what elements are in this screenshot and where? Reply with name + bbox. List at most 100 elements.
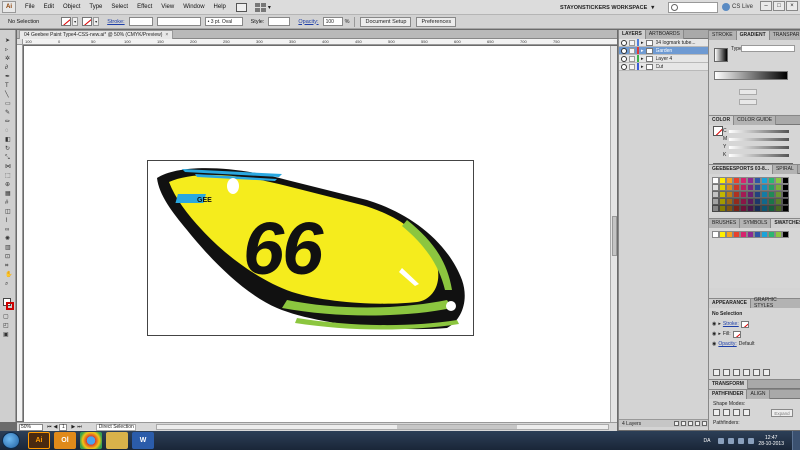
expand-button[interactable]: Expand (771, 409, 793, 417)
magic-wand-tool-icon[interactable]: ✲ (5, 56, 10, 63)
swatch-chip[interactable] (782, 231, 789, 238)
pen-tool-icon[interactable]: ✒ (5, 74, 10, 81)
tab-gradient[interactable]: GRADIENT (736, 30, 770, 40)
tab-color-guide[interactable]: COLOR GUIDE (734, 115, 777, 125)
mesh-tool-icon[interactable]: # (5, 200, 8, 207)
scrollbar-thumb[interactable] (396, 425, 517, 429)
artboard-number-field[interactable]: 1 (59, 423, 68, 431)
cyan-slider[interactable] (729, 130, 789, 133)
tray-network-icon[interactable] (728, 437, 735, 444)
swatch-chip[interactable] (740, 191, 747, 198)
taskbar-outlook[interactable]: Ol (54, 432, 76, 449)
artboard-nav-next[interactable]: ▶ ⏭ (71, 424, 81, 430)
opacity-link[interactable]: Opacity: (298, 19, 318, 25)
artboard-tool-icon[interactable]: ⊡ (5, 254, 10, 261)
swatch-chip[interactable] (782, 184, 789, 191)
last-artboard-icon[interactable]: ⏭ (77, 424, 82, 430)
tray-flag-icon[interactable] (718, 437, 725, 444)
stroke-color-icon[interactable] (6, 302, 14, 310)
swatch-chip[interactable] (761, 205, 768, 212)
swatch-grid[interactable] (712, 231, 789, 238)
lock-toggle[interactable] (629, 39, 635, 46)
visibility-eye-icon[interactable] (621, 39, 627, 46)
eraser-tool-icon[interactable]: ◧ (5, 137, 11, 144)
swatch-chip[interactable] (768, 205, 775, 212)
tray-app-icon[interactable] (748, 437, 755, 444)
tab-transform[interactable]: TRANSFORM (709, 379, 748, 389)
menu-type[interactable]: Type (89, 4, 102, 10)
current-tool-status[interactable]: Direct Selection (95, 423, 136, 431)
swatch-chip[interactable] (782, 198, 789, 205)
chevron-down-icon[interactable]: ▾ (93, 17, 100, 26)
intersect-icon[interactable] (733, 409, 740, 416)
taskbar-chrome[interactable]: Ch (80, 432, 102, 449)
close-icon[interactable]: × (165, 32, 168, 38)
duplicate-item-icon[interactable] (753, 369, 760, 376)
swatch-chip[interactable] (712, 231, 719, 238)
add-stroke-icon[interactable] (713, 369, 720, 376)
stroke-link[interactable]: Stroke: (107, 19, 124, 25)
stroke-link[interactable]: Stroke: (723, 321, 739, 327)
swatch-chip[interactable] (712, 184, 719, 191)
unite-icon[interactable] (713, 409, 720, 416)
swatch-chip[interactable] (719, 205, 726, 212)
close-button[interactable]: × (786, 1, 798, 11)
add-fill-icon[interactable] (723, 369, 730, 376)
delete-item-icon[interactable] (763, 369, 770, 376)
swatch-chip[interactable] (733, 177, 740, 184)
swatch-chip[interactable] (761, 231, 768, 238)
layer-row[interactable]: ▸ Cut (619, 63, 708, 71)
swatch-chip[interactable] (747, 177, 754, 184)
swatch-chip[interactable] (719, 184, 726, 191)
taskbar-explorer[interactable]: Ex (106, 432, 128, 449)
menu-window[interactable]: Window (183, 4, 204, 10)
swatch-chip[interactable] (712, 205, 719, 212)
swatch-chip[interactable] (754, 191, 761, 198)
chevron-down-icon[interactable]: ▾ (268, 4, 271, 11)
swatch-chip[interactable] (740, 184, 747, 191)
swatch-chip[interactable] (733, 231, 740, 238)
tab-stroke[interactable]: STROKE (709, 30, 737, 40)
next-artboard-icon[interactable]: ▶ (71, 424, 75, 430)
help-search-input[interactable] (668, 2, 718, 13)
visibility-eye-icon[interactable]: ◉ (712, 331, 716, 337)
opacity-link[interactable]: Opacity: (718, 341, 736, 347)
tab-spiral[interactable]: SPIRAL (772, 164, 798, 174)
menu-edit[interactable]: Edit (44, 4, 54, 10)
line-tool-icon[interactable]: ╲ (5, 92, 9, 99)
tab-symbols[interactable]: SYMBOLS (740, 218, 772, 228)
slice-tool-icon[interactable]: ⌗ (5, 263, 8, 270)
swatch-chip[interactable] (782, 205, 789, 212)
swatch-chip[interactable] (733, 184, 740, 191)
fill-stroke-indicator[interactable] (713, 126, 723, 136)
swatch-chip[interactable] (782, 177, 789, 184)
visibility-eye-icon[interactable] (621, 55, 627, 62)
language-indicator[interactable]: DA (703, 438, 710, 444)
swatch-chip[interactable] (754, 231, 761, 238)
visibility-eye-icon[interactable] (621, 47, 627, 54)
tab-layers[interactable]: LAYERS (619, 29, 646, 39)
zoom-level-field[interactable]: 50% (19, 423, 43, 431)
appearance-fill-row[interactable]: ◉ ▸ Fill: (712, 330, 798, 338)
menu-help[interactable]: Help (214, 4, 226, 10)
tab-brushes[interactable]: BRUSHES (709, 218, 741, 228)
color-mode-icon[interactable]: ▢ (3, 314, 9, 321)
gradient-tool-icon[interactable]: ◫ (5, 209, 11, 216)
swatch-chip[interactable] (712, 177, 719, 184)
tab-graphic-styles[interactable]: GRAPHIC STYLES (751, 297, 800, 309)
zoom-tool-icon[interactable]: ⌕ (5, 281, 8, 288)
tab-geebee-swatches[interactable]: GEEBEESPORTS 03-8... (709, 164, 773, 174)
stroke-none-swatch[interactable] (740, 320, 749, 328)
lock-toggle[interactable] (629, 63, 635, 70)
arrange-documents-icon[interactable] (254, 2, 266, 12)
menu-object[interactable]: Object (63, 4, 80, 10)
layer-row[interactable]: ▸ Garden (619, 47, 708, 55)
gradient-slider[interactable] (714, 71, 788, 80)
free-transform-tool-icon[interactable]: ⬚ (5, 173, 11, 180)
swatch-chip[interactable] (740, 177, 747, 184)
swatch-chip[interactable] (740, 231, 747, 238)
menu-select[interactable]: Select (111, 4, 128, 10)
swatch-chip[interactable] (740, 205, 747, 212)
layer-row[interactable]: ▸ 04 logmark tube... (619, 39, 708, 47)
swatch-chip[interactable] (768, 198, 775, 205)
